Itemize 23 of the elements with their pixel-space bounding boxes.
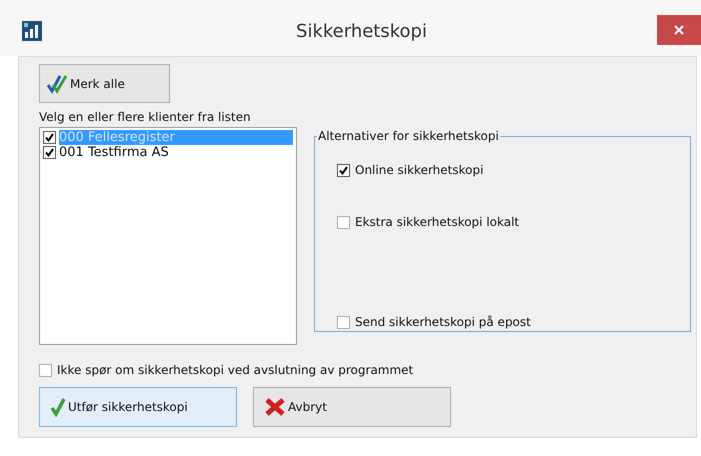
checkbox[interactable] [337, 316, 350, 328]
x-icon [264, 397, 286, 417]
checkbox[interactable] [43, 146, 56, 159]
option-label: Online sikkerhetskopi [355, 163, 484, 177]
select-all-button[interactable]: Merk alle [39, 64, 170, 103]
close-button[interactable] [657, 15, 701, 45]
checkbox[interactable] [39, 364, 52, 376]
option-label: Ekstra sikkerhetskopi lokalt [355, 215, 520, 229]
group-title: Alternativer for sikkerhetskopi [317, 129, 500, 143]
double-check-icon [46, 74, 68, 94]
cancel-button[interactable]: Avbryt [253, 387, 451, 427]
checkbox[interactable] [43, 131, 56, 144]
option-label: Send sikkerhetskopi på epost [355, 315, 531, 329]
check-icon [50, 397, 66, 417]
run-backup-button[interactable]: Utfør sikkerhetskopi [39, 387, 237, 427]
app-icon [22, 21, 42, 41]
option-label: Ikke spør om sikkerhetskopi ved avslutning av programmet [57, 363, 414, 377]
window-title: Sikkerhetskopi [295, 20, 428, 42]
client-list-label: Velg en eller flere klienter fra listen [39, 110, 252, 124]
close-icon [674, 25, 684, 35]
checkbox[interactable] [337, 216, 350, 228]
client-list-item[interactable]: 001 Testfirma AS [59, 145, 293, 160]
checkbox[interactable] [337, 164, 350, 176]
